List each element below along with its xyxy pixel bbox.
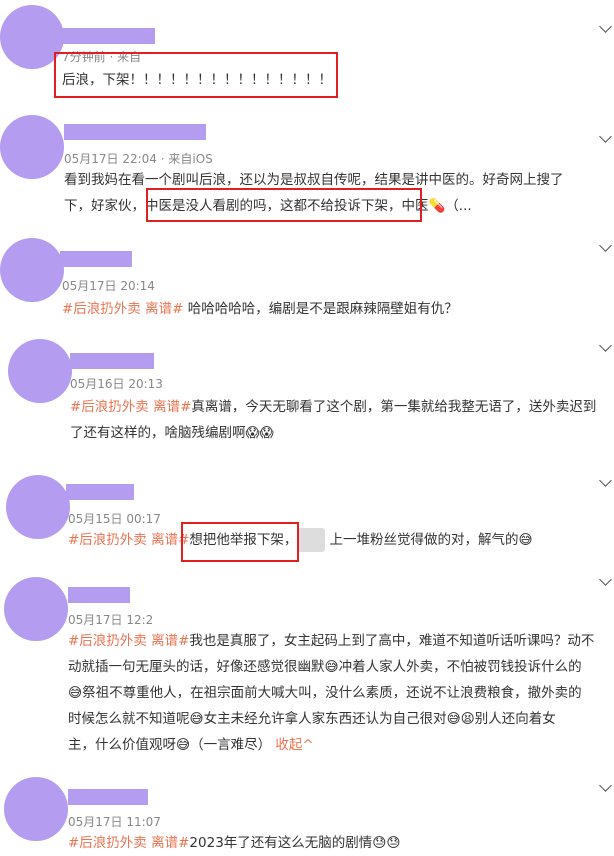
comment-time: 05月17日 12:2 [68,613,154,627]
comment-3: 05月17日 20:14 #后浪扔外卖 离谱# 哈哈哈哈哈，编剧是不是跟麻辣隔壁… [0,233,614,323]
comment-7: 05月17日 11:07 #后浪扔外卖 离谱#2023年了还有这么无脑的剧情😓😓 [0,775,614,855]
username-redacted[interactable] [66,484,134,500]
username-redacted[interactable] [70,353,154,369]
chevron-down-icon[interactable] [599,779,612,792]
hashtag-link[interactable]: #后浪扔外卖 离谱# [62,301,183,317]
highlight-box [54,52,338,98]
comment-text: #后浪扔外卖 离谱#我也是真服了，女主起码上到了高中，难道不知道听话听课吗？动不 [68,633,595,649]
avatar[interactable] [8,339,72,403]
comment-text-line5: 主，什么价值观呀😅（一言难尽） 收起^ [68,737,314,753]
avatar[interactable] [4,577,68,641]
comment-text-line3: 😅祭祖不尊重他人，在祖宗面前大喊大叫，没什么素质，还说不让浪费粮食，撤外卖的 [68,685,582,701]
chevron-down-icon[interactable] [599,239,612,252]
comment-text: #后浪扔外卖 离谱# 哈哈哈哈哈，编剧是不是跟麻辣隔壁姐有仇？ [62,301,458,317]
chevron-down-icon[interactable] [599,339,612,352]
chevron-down-icon[interactable] [599,130,612,143]
highlight-box [146,188,422,222]
comment-text: #后浪扔外卖 离谱#真离谱，今天无聊看了这个剧，第一集就给我整无语了，送外卖迟到 [70,399,597,415]
comment-text-line2: 了还有这样的，啥脑残编剧啊😱😱 [70,425,274,441]
comment-time: 05月15日 00:17 [68,512,161,526]
comment-5: 05月15日 00:17 #后浪扔外卖 离谱#想把他举报下架，XXX 上一堆粉丝… [0,470,614,570]
username-redacted[interactable] [68,789,148,805]
comment-6: 05月17日 12:2 #后浪扔外卖 离谱#我也是真服了，女主起码上到了高中，难… [0,573,614,765]
avatar[interactable] [0,115,64,179]
comment-1: 7分钟前 · 来自 后浪，下架！！！！！！！！！！！！！！！ [0,0,614,100]
comment-2: 05月17日 22:04 · 来自iOS 看到我妈在看一个剧叫后浪，还以为是叔叔… [0,110,614,230]
comment-text: #后浪扔外卖 离谱#想把他举报下架，XXX 上一堆粉丝觉得做的对，解气的😅 [68,528,533,552]
hashtag-link[interactable]: #后浪扔外卖 离谱# [68,633,189,649]
avatar[interactable] [0,238,64,302]
comment-4: 05月16日 20:13 #后浪扔外卖 离谱#真离谱，今天无聊看了这个剧，第一集… [0,333,614,453]
avatar[interactable] [4,777,68,841]
username-redacted[interactable] [68,587,130,603]
comment-time: 05月16日 20:13 [70,377,163,391]
hashtag-link[interactable]: #后浪扔外卖 离谱# [68,532,189,548]
comment-text: #后浪扔外卖 离谱#2023年了还有这么无脑的剧情😓😓 [68,835,401,851]
avatar[interactable] [6,475,70,539]
comment-time: 05月17日 20:14 [62,279,155,293]
username-redacted[interactable] [64,124,206,140]
chevron-down-icon[interactable] [599,20,612,33]
comment-text-line4: 时候怎么就不知道呢😅女主未经允许拿人家东西还认为自己很对😅😫别人还向着女 [68,711,556,727]
collapse-link[interactable]: 收起^ [275,737,313,753]
hashtag-link[interactable]: #后浪扔外卖 离谱# [70,399,191,415]
chevron-down-icon[interactable] [599,573,612,586]
comment-text-line2: 动就插一句无厘头的话，好像还感觉很幽默😅冲着人家人外卖，不怕被罚钱投诉什么的 [68,659,582,675]
redacted-text: XXX [297,528,326,552]
chevron-down-icon[interactable] [599,474,612,487]
hashtag-link[interactable]: #后浪扔外卖 离谱# [68,835,189,851]
username-redacted[interactable] [60,28,155,44]
highlight-box [181,522,299,562]
username-redacted[interactable] [60,251,132,267]
comment-time: 05月17日 22:04 · 来自iOS [64,152,213,166]
comment-time: 05月17日 11:07 [68,815,161,829]
